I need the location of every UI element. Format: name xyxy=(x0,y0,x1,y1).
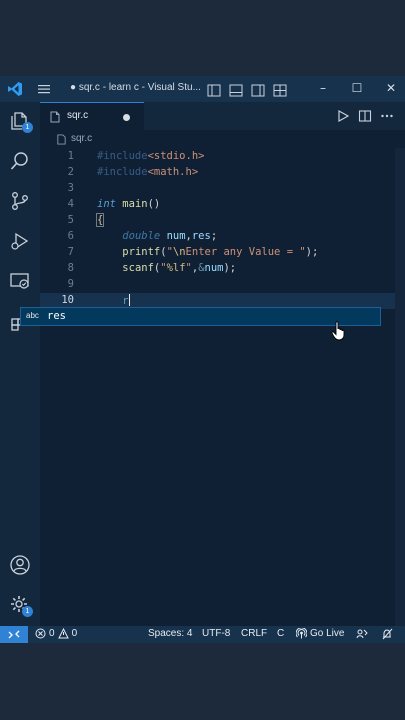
code-line: 9 xyxy=(40,277,395,293)
line-number: 1 xyxy=(67,150,74,162)
manage-gear-icon[interactable]: 1 xyxy=(9,594,33,617)
run-file-icon[interactable] xyxy=(336,108,350,123)
line-number: 9 xyxy=(67,278,74,290)
activity-bar: 1 1 xyxy=(0,102,40,626)
more-actions-icon[interactable] xyxy=(380,108,394,122)
code-line: 1 #include<stdio.h> xyxy=(40,149,395,165)
run-debug-icon[interactable] xyxy=(9,230,31,252)
warning-count: 0 xyxy=(71,628,78,639)
tab-sqr-c[interactable]: sqr.c xyxy=(40,102,144,130)
code-text: double num,res; xyxy=(122,230,218,242)
explorer-badge: 1 xyxy=(22,122,33,133)
feedback-icon[interactable] xyxy=(356,628,368,640)
tab-label: sqr.c xyxy=(67,110,89,121)
line-number: 5 xyxy=(67,214,74,226)
maximize-button[interactable]: ☐ xyxy=(340,81,374,97)
code-line: 3 xyxy=(40,181,395,197)
unsaved-dot-icon[interactable] xyxy=(123,114,130,121)
toggle-primary-sidebar-icon[interactable] xyxy=(207,82,221,97)
line-number: 2 xyxy=(67,166,74,178)
error-count: 0 xyxy=(49,628,55,639)
code-line: 7 printf("\nEnter any Value = "); xyxy=(40,245,395,261)
suggestion-item[interactable]: res xyxy=(47,310,66,322)
settings-badge: 1 xyxy=(22,606,33,617)
window-title: ● sqr.c - learn c - Visual Stu... xyxy=(70,82,201,93)
eol-indicator[interactable]: CRLF xyxy=(241,628,267,639)
customize-layout-icon[interactable] xyxy=(273,82,287,97)
accounts-icon[interactable] xyxy=(9,554,31,576)
code-line: 5 { xyxy=(40,213,395,229)
background-bottom xyxy=(0,643,405,720)
line-number: 10 xyxy=(61,294,74,306)
remote-explorer-icon[interactable] xyxy=(9,270,31,292)
editor-scrollbar[interactable] xyxy=(395,148,405,626)
pointer-hand-icon xyxy=(331,321,345,341)
code-line: 4 int main() xyxy=(40,197,395,213)
breadcrumb-file[interactable]: sqr.c xyxy=(71,133,92,144)
go-live-button[interactable]: Go Live xyxy=(296,628,344,639)
code-text: scanf("%lf",&num); xyxy=(122,262,237,274)
notifications-bell-icon[interactable] xyxy=(381,628,393,640)
encoding-indicator[interactable]: UTF-8 xyxy=(202,628,230,639)
source-control-icon[interactable] xyxy=(9,190,31,212)
broadcast-icon xyxy=(296,628,307,639)
menu-icon[interactable] xyxy=(37,82,51,96)
problems-indicator[interactable]: 0 0 xyxy=(35,628,77,639)
split-editor-icon[interactable] xyxy=(358,108,372,122)
toggle-secondary-sidebar-icon[interactable] xyxy=(251,82,265,97)
line-number: 7 xyxy=(67,246,74,258)
vscode-logo-icon[interactable] xyxy=(7,81,23,97)
minimize-button[interactable]: – xyxy=(306,81,340,97)
c-file-icon xyxy=(50,111,60,123)
code-line: 2 #include<math.h> xyxy=(40,165,395,181)
code-editor[interactable]: 1 #include<stdio.h> 2 #include<math.h> 3… xyxy=(40,148,405,626)
line-number: 8 xyxy=(67,262,74,274)
code-line: 6 double num,res; xyxy=(40,229,395,245)
code-line: 8 scanf("%lf",&num); xyxy=(40,261,395,277)
suggest-widget[interactable]: abc res xyxy=(20,307,381,326)
code-text: #include<math.h> xyxy=(97,166,199,178)
c-file-icon xyxy=(57,134,66,145)
search-icon[interactable] xyxy=(9,150,31,172)
remote-indicator[interactable] xyxy=(0,626,28,643)
remote-icon xyxy=(8,630,20,639)
status-bar: 0 0 Spaces: 4 UTF-8 CRLF C Go Live xyxy=(0,626,405,643)
indentation-indicator[interactable]: Spaces: 4 xyxy=(148,628,192,639)
code-text: int main() xyxy=(97,198,161,210)
code-text: { xyxy=(95,213,105,227)
line-number: 3 xyxy=(67,182,74,194)
line-number: 4 xyxy=(67,198,74,210)
text-kind-icon: abc xyxy=(26,311,39,320)
warning-icon xyxy=(57,628,69,639)
tab-bar: sqr.c xyxy=(40,102,405,130)
code-text: r xyxy=(122,294,130,307)
title-bar: ● sqr.c - learn c - Visual Stu... – ☐ ✕ xyxy=(0,76,405,102)
code-text: #include<stdio.h> xyxy=(97,150,205,162)
language-mode[interactable]: C xyxy=(277,628,284,639)
explorer-icon[interactable]: 1 xyxy=(9,110,33,133)
close-window-button[interactable]: ✕ xyxy=(374,81,405,97)
toggle-panel-icon[interactable] xyxy=(229,82,243,97)
breadcrumb: sqr.c xyxy=(40,130,405,148)
go-live-label: Go Live xyxy=(310,628,345,639)
line-number: 6 xyxy=(67,230,74,242)
background-top xyxy=(0,0,405,76)
error-icon xyxy=(35,628,46,639)
code-text: printf("\nEnter any Value = "); xyxy=(122,246,319,258)
